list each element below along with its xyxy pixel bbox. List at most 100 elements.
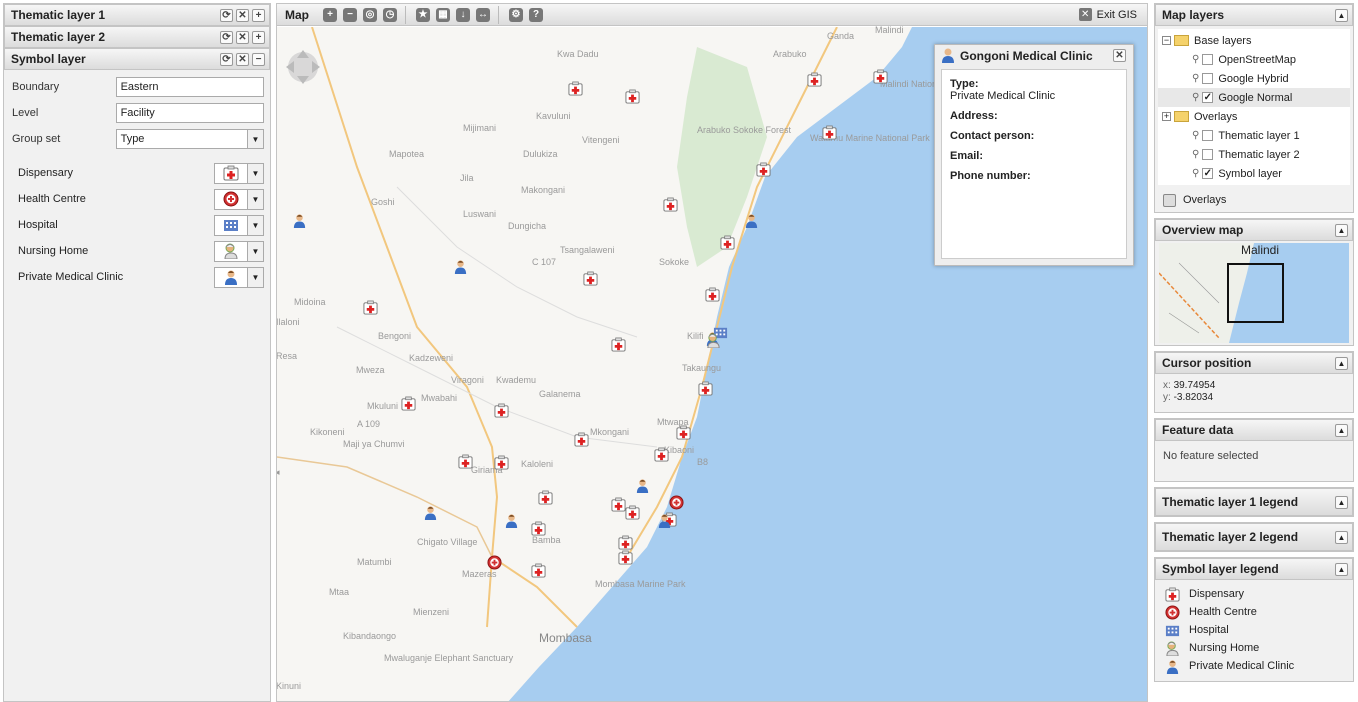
map-marker-dispensary-icon[interactable] [531,563,546,581]
layer-checkbox[interactable] [1202,149,1214,160]
refresh-icon[interactable]: ⟳ [220,53,233,66]
thematic-layer-2-header[interactable]: Thematic layer 2 ⟳ ✕ + [4,26,270,48]
history-icon[interactable]: ◷ [383,7,397,22]
expand-icon[interactable]: + [1162,112,1171,121]
map-marker-dispensary-icon[interactable] [676,425,691,443]
map-marker-dispensary-icon[interactable] [531,521,546,539]
map-marker-dispensary-icon[interactable] [807,72,822,90]
layer-item[interactable]: ⚲ OpenStreetMap [1158,50,1350,69]
symbol-select[interactable]: ▼ [214,240,264,262]
map-marker-dispensary-icon[interactable] [705,287,720,305]
boundary-field[interactable]: Eastern [115,77,264,97]
map-marker-health-centre-icon[interactable] [669,495,684,513]
layer-checkbox[interactable] [1202,54,1214,65]
overview-map-header[interactable]: Overview map ▲ [1155,219,1353,241]
map-marker-private-clinic-icon[interactable] [744,213,759,231]
map-marker-dispensary-icon[interactable] [654,447,669,465]
chevron-down-icon[interactable]: ▼ [247,189,263,209]
thematic-2-legend-header[interactable]: Thematic layer 2 legend ▲ [1155,523,1353,551]
map-marker-dispensary-icon[interactable] [720,235,735,253]
feature-data-header[interactable]: Feature data ▲ [1155,419,1353,441]
collapse-icon[interactable]: ▲ [1335,357,1348,370]
chevron-down-icon[interactable]: ▼ [247,241,263,261]
layer-checkbox[interactable]: ✓ [1202,92,1214,103]
map-marker-nursing-home-icon[interactable] [706,333,721,351]
close-icon[interactable]: ✕ [236,31,249,44]
refresh-icon[interactable]: ⟳ [220,31,233,44]
layer-checkbox[interactable] [1202,73,1214,84]
symbol-select[interactable]: ▼ [214,266,264,288]
collapse-icon[interactable]: − [1162,36,1171,45]
collapse-icon[interactable]: ▲ [1335,424,1348,437]
map-marker-dispensary-icon[interactable] [363,300,378,318]
thematic-layer-1-header[interactable]: Thematic layer 1 ⟳ ✕ + [4,4,270,26]
layer-checkbox[interactable]: ✓ [1202,168,1214,179]
gear-icon[interactable]: ⚙ [509,7,523,22]
map-marker-private-clinic-icon[interactable] [657,513,672,531]
grid-icon[interactable]: ▦ [436,7,450,22]
base-layers-node[interactable]: − Base layers [1158,31,1350,50]
map-marker-dispensary-icon[interactable] [663,197,678,215]
cursor-position-header[interactable]: Cursor position ▲ [1155,352,1353,374]
layer-item[interactable]: ⚲ Thematic layer 2 [1158,145,1350,164]
layer-item[interactable]: ⚲ Google Hybrid [1158,69,1350,88]
collapse-icon[interactable]: ▲ [1335,531,1348,544]
measure-icon[interactable]: ↔ [476,7,490,22]
map-marker-dispensary-icon[interactable] [611,497,626,515]
close-icon[interactable]: ✕ [236,9,249,22]
symbol-legend-header[interactable]: Symbol layer legend ▲ [1155,558,1353,580]
map-marker-dispensary-icon[interactable] [494,403,509,421]
map-marker-dispensary-icon[interactable] [625,89,640,107]
map-marker-private-clinic-icon[interactable] [504,513,519,531]
chevron-down-icon[interactable]: ▼ [247,130,263,148]
map-marker-dispensary-icon[interactable] [583,271,598,289]
expand-icon[interactable]: + [252,31,265,44]
map-marker-dispensary-icon[interactable] [458,454,473,472]
favorite-icon[interactable]: ★ [416,7,430,22]
map-marker-dispensary-icon[interactable] [568,81,583,99]
layer-item[interactable]: ⚲ Thematic layer 1 [1158,126,1350,145]
collapse-icon[interactable]: − [252,53,265,66]
zoom-in-icon[interactable]: + [323,7,337,22]
map-marker-private-clinic-icon[interactable] [292,213,307,231]
refresh-icon[interactable]: ⟳ [220,9,233,22]
map-layers-header[interactable]: Map layers ▲ [1155,4,1353,26]
zoom-extent-icon[interactable]: ◎ [363,7,377,22]
overview-viewport[interactable] [1227,263,1284,323]
chevron-down-icon[interactable]: ▼ [247,215,263,235]
help-icon[interactable]: ? [529,7,543,22]
map-marker-dispensary-icon[interactable] [494,455,509,473]
layer-item[interactable]: ⚲ ✓ Symbol layer [1158,164,1350,183]
expand-icon[interactable]: + [252,9,265,22]
overlays-node[interactable]: + Overlays [1158,107,1350,126]
pan-control[interactable] [286,50,320,84]
layer-checkbox[interactable] [1202,130,1214,141]
overview-map[interactable]: Malindi [1159,243,1349,343]
close-icon[interactable]: ✕ [1113,49,1126,62]
collapse-handle-icon[interactable]: ◂ [277,467,280,478]
group-set-select[interactable]: Type ▼ [115,129,264,149]
overlays-footer-button[interactable]: Overlays [1155,188,1353,212]
zoom-out-icon[interactable]: − [343,7,357,22]
map-marker-dispensary-icon[interactable] [611,337,626,355]
symbol-layer-header[interactable]: Symbol layer ⟳ ✕ − [4,48,270,70]
symbol-select[interactable]: ▼ [214,188,264,210]
chevron-down-icon[interactable]: ▼ [247,163,263,183]
map-marker-dispensary-icon[interactable] [538,490,553,508]
map-marker-dispensary-icon[interactable] [756,162,771,180]
collapse-icon[interactable]: ▲ [1335,496,1348,509]
layer-item[interactable]: ⚲ ✓ Google Normal [1158,88,1350,107]
chevron-down-icon[interactable]: ▼ [247,267,263,287]
collapse-icon[interactable]: ▲ [1335,224,1348,237]
map-marker-health-centre-icon[interactable] [487,555,502,573]
level-field[interactable]: Facility [115,103,264,123]
map-marker-dispensary-icon[interactable] [698,381,713,399]
exit-gis-button[interactable]: ✕ Exit GIS [1078,8,1137,21]
map-marker-private-clinic-icon[interactable] [635,478,650,496]
collapse-icon[interactable]: ▲ [1335,9,1348,22]
thematic-1-legend-header[interactable]: Thematic layer 1 legend ▲ [1155,488,1353,516]
map-marker-dispensary-icon[interactable] [822,125,837,143]
map-marker-dispensary-icon[interactable] [873,69,888,87]
map-marker-dispensary-icon[interactable] [625,505,640,523]
symbol-select[interactable]: ▼ [214,214,264,236]
